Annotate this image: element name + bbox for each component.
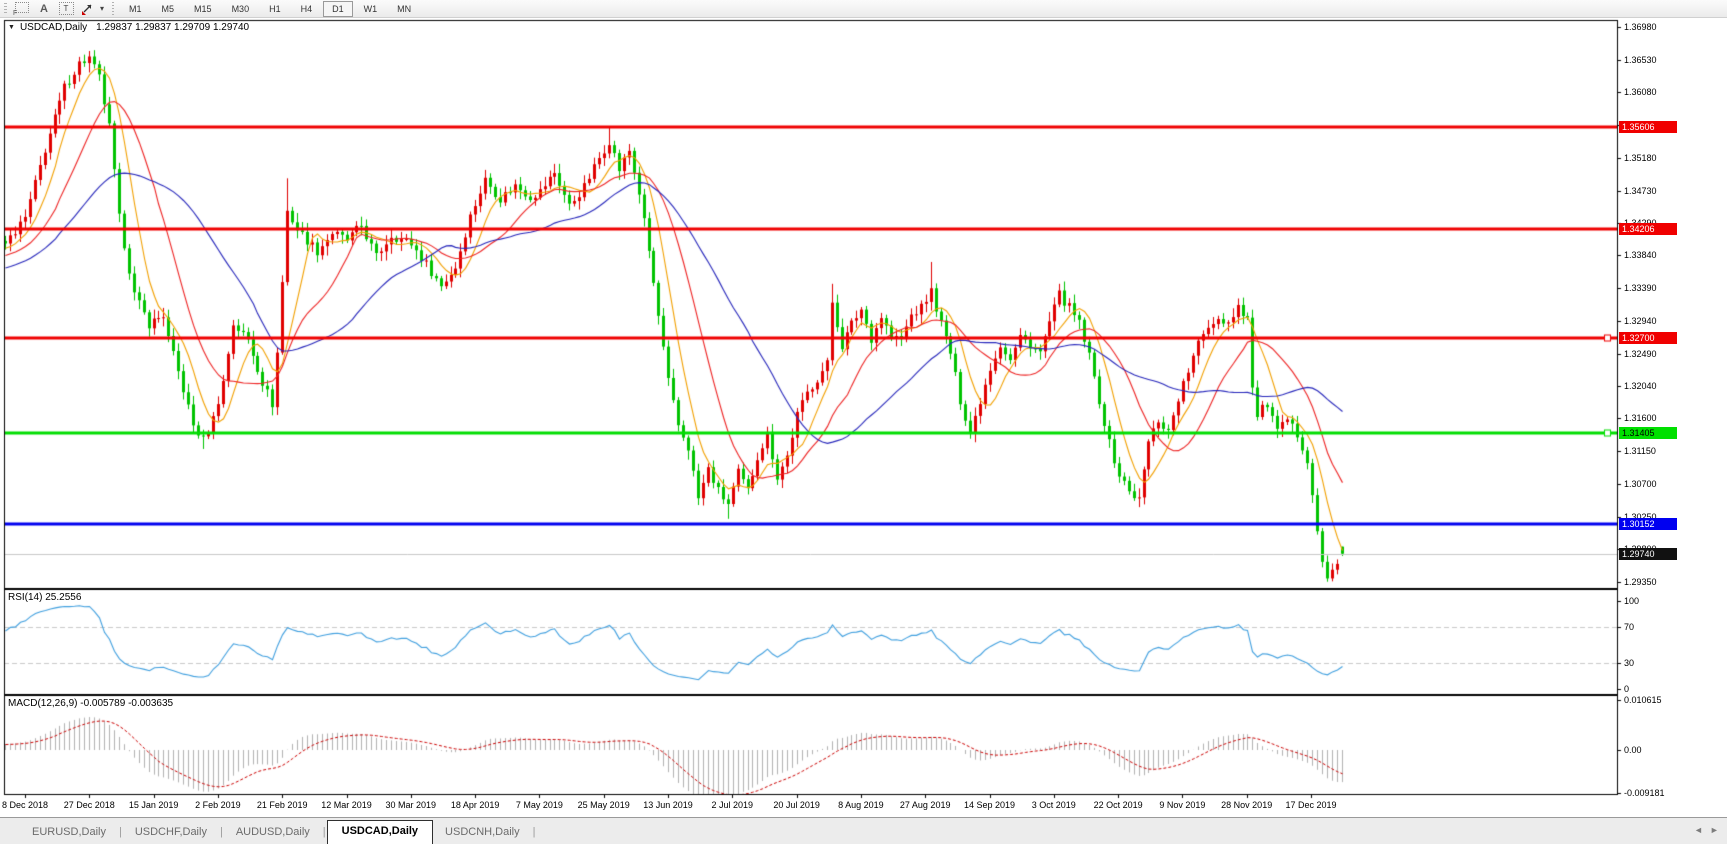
date-tick-label: 27 Dec 2018: [64, 800, 115, 810]
date-tick-label: 18 Apr 2019: [451, 800, 500, 810]
symbol-title: USDCAD,Daily: [20, 22, 87, 33]
price-line-badge[interactable]: 1.35606: [1619, 121, 1677, 133]
date-tick-label: 15 Jan 2019: [129, 800, 179, 810]
date-tick-label: 13 Jun 2019: [643, 800, 693, 810]
rsi-tick-label: 70: [1624, 622, 1634, 632]
price-tick-label: 1.32490: [1624, 349, 1657, 359]
price-tick-label: 1.32040: [1624, 381, 1657, 391]
date-tick-label: 9 Nov 2019: [1159, 800, 1205, 810]
price-line-badge[interactable]: 1.30152: [1619, 518, 1677, 530]
price-line-badge[interactable]: 1.29740: [1619, 548, 1677, 560]
date-tick-label: 25 May 2019: [578, 800, 630, 810]
date-tick-label: 22 Oct 2019: [1094, 800, 1143, 810]
date-tick-label: 2 Feb 2019: [195, 800, 241, 810]
collapse-triangle-icon[interactable]: ▼: [8, 24, 15, 31]
tab-scroll-left-icon[interactable]: ◄: [1694, 825, 1710, 835]
price-line-badge[interactable]: 1.31405: [1619, 427, 1677, 439]
rsi-tick-label: 30: [1624, 658, 1634, 668]
tab-audusd[interactable]: AUDUSD,Daily: [224, 822, 322, 844]
macd-label: MACD(12,26,9) -0.005789 -0.003635: [8, 698, 173, 709]
price-tick-label: 1.31600: [1624, 413, 1657, 423]
date-tick-label: 17 Dec 2019: [1285, 800, 1336, 810]
price-tick-label: 1.36530: [1624, 55, 1657, 65]
date-tick-label: 8 Aug 2019: [838, 800, 884, 810]
rsi-label: RSI(14) 25.2556: [8, 592, 81, 603]
date-tick-label: 3 Oct 2019: [1032, 800, 1076, 810]
price-tick-label: 1.34730: [1624, 186, 1657, 196]
price-chart-canvas[interactable]: [0, 0, 1727, 844]
ohlc-quotes: 1.29837 1.29837 1.29709 1.29740: [96, 22, 249, 33]
price-tick-label: 1.33840: [1624, 250, 1657, 260]
price-tick-label: 1.33390: [1624, 283, 1657, 293]
date-tick-label: 2 Jul 2019: [712, 800, 754, 810]
macd-tick-label: 0.00: [1624, 745, 1642, 755]
chart-tab-bar: EURUSD,Daily|USDCHF,Daily|AUDUSD,Daily|U…: [0, 817, 1727, 844]
tab-scroll-arrows: ◄►: [1694, 825, 1726, 835]
date-tick-label: 21 Feb 2019: [257, 800, 308, 810]
date-tick-label: 12 Mar 2019: [321, 800, 372, 810]
date-tick-label: 7 May 2019: [516, 800, 563, 810]
tab-eurusd[interactable]: EURUSD,Daily: [20, 822, 118, 844]
tab-usdcnh[interactable]: USDCNH,Daily: [433, 822, 532, 844]
price-line-badge[interactable]: 1.32700: [1619, 332, 1677, 344]
tab-usdchf[interactable]: USDCHF,Daily: [123, 822, 219, 844]
tab-divider: |: [532, 826, 537, 844]
rsi-tick-label: 100: [1624, 596, 1639, 606]
date-tick-label: 30 Mar 2019: [386, 800, 437, 810]
price-tick-label: 1.29350: [1624, 577, 1657, 587]
chart-title: ▼ USDCAD,Daily 1.29837 1.29837 1.29709 1.2…: [8, 22, 249, 33]
tab-scroll-right-icon[interactable]: ►: [1710, 825, 1726, 835]
rsi-tick-label: 0: [1624, 684, 1629, 694]
price-line-badge[interactable]: 1.34206: [1619, 223, 1677, 235]
date-tick-label: 27 Aug 2019: [900, 800, 951, 810]
price-tick-label: 1.32940: [1624, 316, 1657, 326]
date-tick-label: 8 Dec 2018: [2, 800, 48, 810]
macd-tick-label: 0.010615: [1624, 695, 1662, 705]
price-tick-label: 1.30700: [1624, 479, 1657, 489]
macd-tick-label: -0.009181: [1624, 788, 1665, 798]
price-tick-label: 1.35180: [1624, 153, 1657, 163]
price-tick-label: 1.36980: [1624, 22, 1657, 32]
date-tick-label: 20 Jul 2019: [773, 800, 820, 810]
price-tick-label: 1.36080: [1624, 87, 1657, 97]
price-tick-label: 1.31150: [1624, 446, 1656, 456]
date-tick-label: 28 Nov 2019: [1221, 800, 1272, 810]
date-tick-label: 14 Sep 2019: [964, 800, 1015, 810]
tab-usdcad[interactable]: USDCAD,Daily: [327, 820, 433, 844]
